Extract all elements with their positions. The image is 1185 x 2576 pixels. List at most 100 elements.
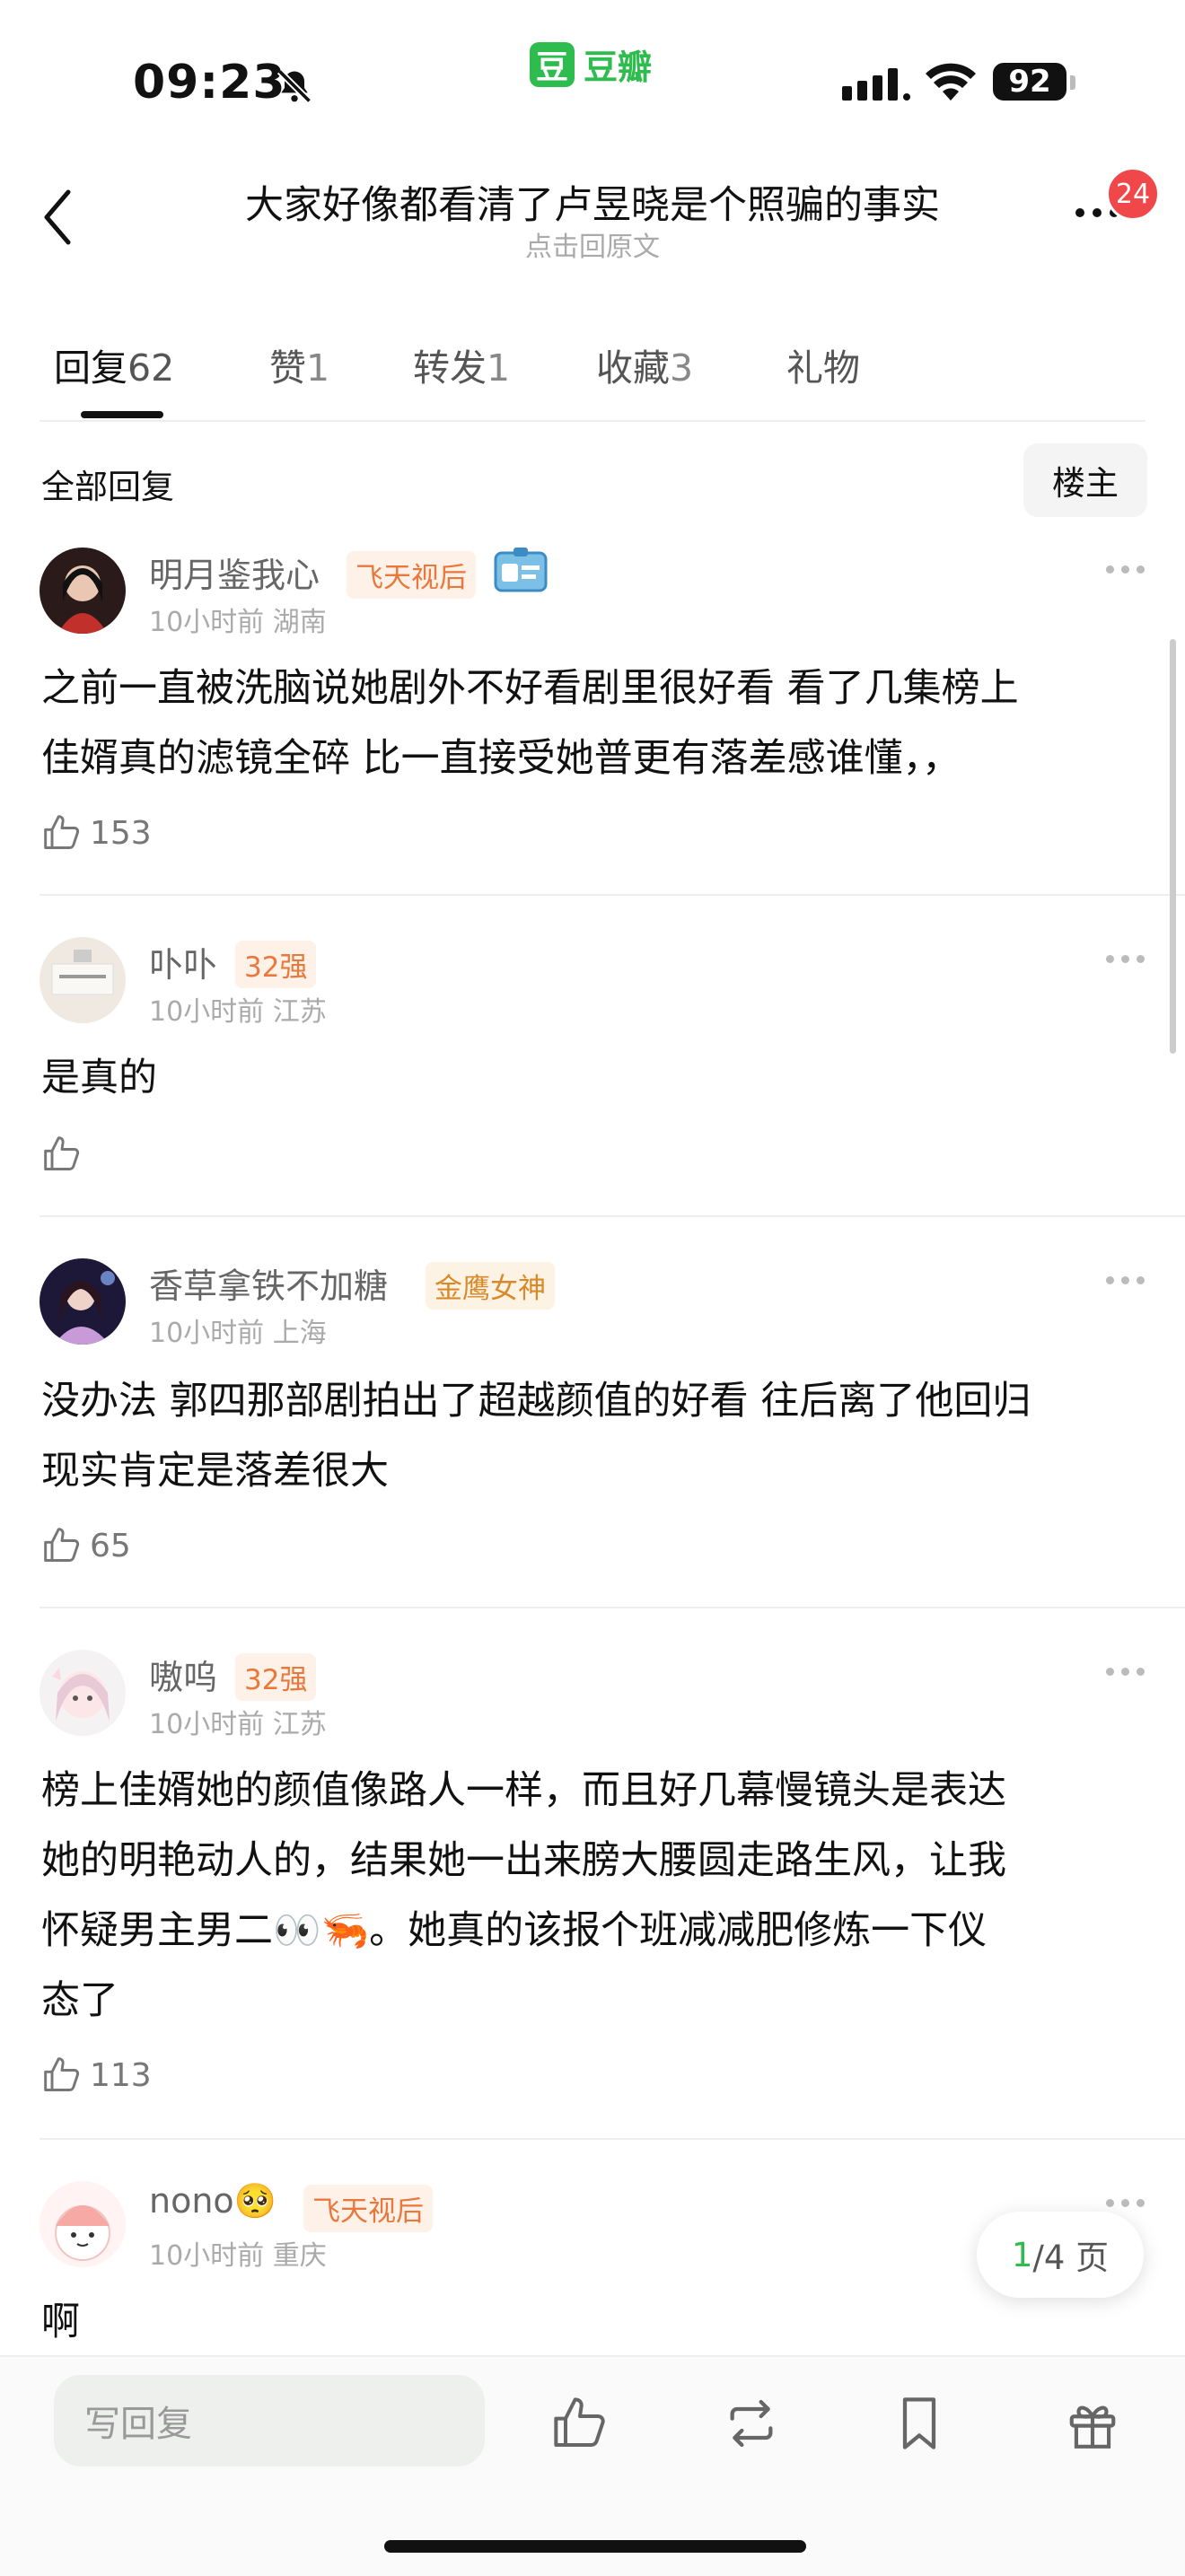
comment-line: 啊: [41, 2300, 80, 2344]
comment-meta: 10小时前 江苏: [149, 989, 327, 1029]
repost-icon: [730, 2399, 773, 2448]
comment-time: 10小时前: [149, 996, 265, 1028]
silent-bell-icon: [275, 66, 314, 110]
comment-text: 榜上佳婿她的颜值像路人一样，而且好几幕慢镜头是表达 她的明艳动人的，结果她一出来…: [41, 1756, 1154, 2036]
comment-meta: 10小时前 江苏: [149, 1702, 327, 1741]
active-tab-indicator: [81, 411, 163, 418]
tab-label: 转发: [413, 346, 487, 390]
pleading-face-emoji: 🥺: [233, 2181, 276, 2221]
tab-collections[interactable]: 收藏3: [596, 337, 693, 391]
user-tag: 32强: [235, 941, 317, 988]
username[interactable]: 卟卟: [149, 937, 217, 986]
app-logo: 豆 豆瓣: [530, 39, 652, 89]
back-button[interactable]: [40, 188, 75, 250]
tab-likes[interactable]: 赞1: [269, 337, 329, 391]
battery-tip: [1070, 75, 1075, 90]
notification-badge: 24: [1106, 167, 1160, 221]
username[interactable]: nono🥺: [149, 2181, 276, 2221]
tab-count: 62: [127, 346, 175, 390]
tab-count: 1: [306, 346, 330, 390]
comment-text: 之前一直被洗脑说她剧外不好看剧里很好看 看了几集榜上 佳婿真的滤镜全碎 比一直接…: [41, 653, 1154, 793]
divider: [40, 1215, 1185, 1217]
username[interactable]: 嗷呜: [149, 1650, 217, 1699]
scrollbar[interactable]: [1170, 639, 1176, 1054]
tab-label: 收藏: [596, 346, 670, 390]
like-post-button[interactable]: [551, 2395, 609, 2456]
comment-line: 没办法 郭四那部剧拍出了超越颜值的好看 往后离了他回归: [41, 1379, 1031, 1424]
all-replies-heading: 全部回复: [41, 468, 174, 506]
comment-line: 怀疑男主男二👀🦐。她真的该报个班减减肥修炼一下仪: [41, 1908, 988, 1953]
avatar[interactable]: [40, 1650, 126, 1736]
divider: [40, 420, 1146, 422]
comment-meta: 10小时前 上海: [149, 1310, 327, 1350]
tab-gifts[interactable]: 礼物: [786, 337, 860, 391]
thumbs-up-icon: [44, 815, 80, 849]
home-indicator: [384, 2540, 806, 2553]
comment-line: 佳婿真的滤镜全碎 比一直接受她普更有落差感谁懂，，: [41, 736, 961, 781]
username[interactable]: 明月鉴我心: [149, 548, 320, 597]
thumbs-up-icon: [44, 1528, 80, 1562]
user-tag: 飞天视后: [347, 551, 476, 599]
battery-indicator: 92: [993, 63, 1066, 101]
page-indicator-button[interactable]: 1/4 页: [977, 2212, 1144, 2298]
divider: [40, 894, 1185, 896]
douban-logo-icon: 豆: [530, 41, 575, 87]
comment-text: 是真的: [41, 1043, 1154, 1113]
reply-input[interactable]: 写回复: [54, 2375, 485, 2466]
tab-reposts[interactable]: 转发1: [413, 337, 510, 391]
like-button[interactable]: [41, 1135, 90, 1174]
tab-count: 1: [487, 346, 511, 390]
comment-location: 江苏: [272, 1709, 327, 1740]
like-button[interactable]: 65: [41, 1526, 131, 1565]
comment-line: 现实肯定是落差很大: [41, 1449, 389, 1494]
comment-time: 10小时前: [149, 2240, 265, 2272]
wifi-icon: [925, 63, 977, 106]
comment-location: 重庆: [272, 2240, 327, 2272]
comment-more-button[interactable]: [1106, 2199, 1145, 2207]
avatar[interactable]: [40, 1258, 126, 1345]
thumbs-up-icon: [554, 2397, 605, 2447]
status-time: 09:23: [133, 56, 286, 110]
avatar[interactable]: [40, 937, 126, 1023]
owner-only-button[interactable]: 楼主: [1023, 443, 1147, 517]
back-to-original-link[interactable]: 点击回原文: [180, 224, 1005, 264]
bookmark-button[interactable]: [894, 2395, 944, 2456]
repost-button[interactable]: [722, 2395, 781, 2456]
username-text: nono: [149, 2181, 234, 2221]
comment-meta: 10小时前 湖南: [149, 600, 327, 639]
comment-time: 10小时前: [149, 1318, 265, 1349]
page-title[interactable]: 大家好像都看清了卢昱晓是个照骗的事实: [180, 174, 1005, 230]
comment-line: 她的明艳动人的，结果她一出来膀大腰圆走路生风，让我: [41, 1838, 1006, 1883]
comment-time: 10小时前: [149, 1709, 265, 1740]
user-tag: 金鹰女神: [426, 1262, 555, 1310]
username[interactable]: 香草拿铁不加糖: [149, 1258, 388, 1308]
avatar[interactable]: [40, 548, 126, 634]
avatar[interactable]: [40, 2181, 126, 2267]
thumbs-up-icon: [44, 2057, 80, 2091]
comment-line: 是真的: [41, 1056, 157, 1100]
current-page: 1: [1011, 2235, 1033, 2274]
comment-line: 之前一直被洗脑说她剧外不好看剧里很好看 看了几集榜上: [41, 666, 1019, 711]
user-tag: 飞天视后: [303, 2185, 433, 2232]
signal-icon: [842, 68, 910, 101]
like-count: 65: [90, 1527, 131, 1564]
total-pages: /4 页: [1032, 2239, 1110, 2277]
like-button[interactable]: 153: [41, 813, 152, 853]
gift-button[interactable]: [1065, 2395, 1120, 2456]
comment-line: 榜上佳婿她的颜值像路人一样，而且好几幕慢镜头是表达: [41, 1768, 1006, 1813]
comment-more-button[interactable]: [1106, 1668, 1145, 1676]
tab-replies[interactable]: 回复62: [54, 337, 174, 391]
divider: [40, 2138, 1185, 2140]
comment-line: 态了: [41, 1978, 118, 2023]
like-count: 153: [90, 814, 152, 852]
comment-location: 上海: [272, 1318, 327, 1349]
app-name: 豆瓣: [584, 48, 653, 87]
comment-more-button[interactable]: [1106, 955, 1145, 963]
comment-more-button[interactable]: [1106, 565, 1145, 574]
comment-more-button[interactable]: [1106, 1276, 1145, 1284]
gift-icon: [1069, 2405, 1116, 2449]
bookmark-icon: [902, 2397, 936, 2449]
user-tag: 32强: [235, 1653, 317, 1701]
divider: [40, 1607, 1185, 1608]
like-button[interactable]: 113: [41, 2055, 152, 2095]
